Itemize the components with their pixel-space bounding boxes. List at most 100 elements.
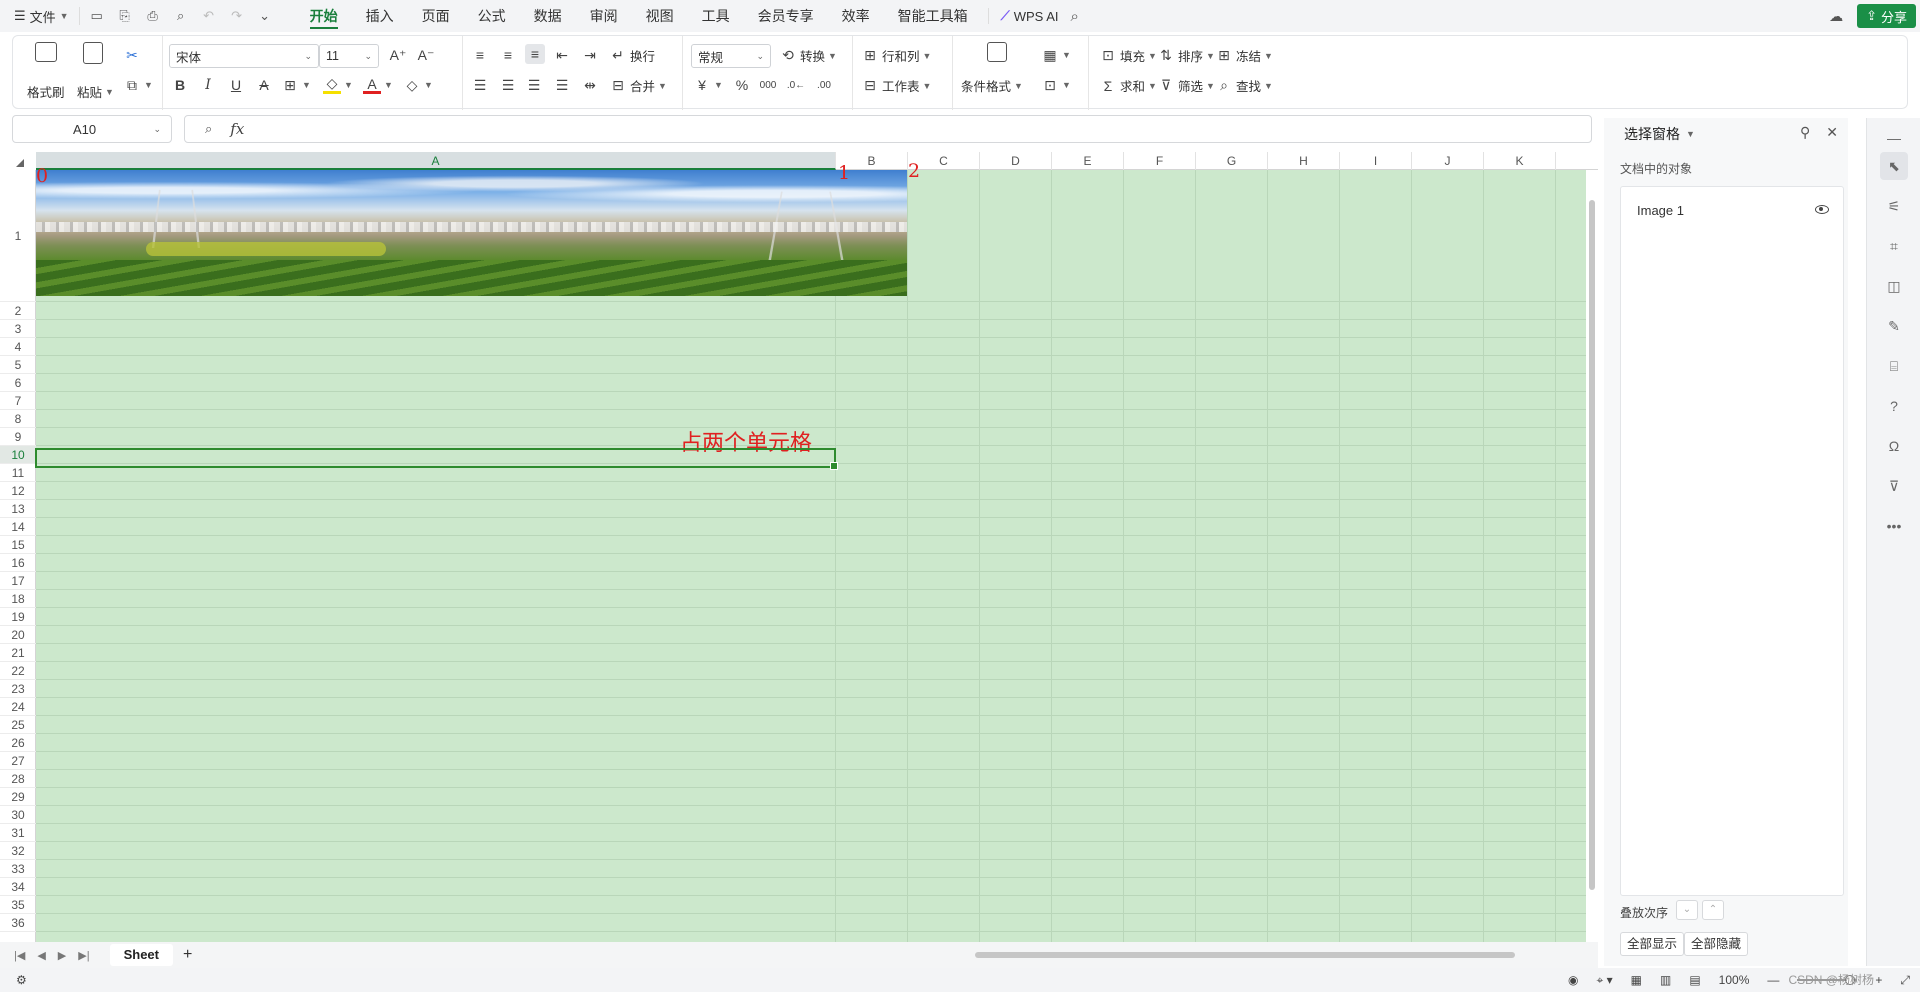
row-header-12[interactable]: 12 <box>0 482 36 500</box>
tab-2[interactable]: 页面 <box>408 0 464 32</box>
thousands-icon[interactable]: 000 <box>759 76 777 94</box>
row-header-1[interactable]: 1 <box>0 170 36 302</box>
selection-cursor-icon[interactable]: ⬉ <box>1880 152 1908 180</box>
paste-button[interactable]: 粘贴 ▼ <box>77 82 114 101</box>
row-header-34[interactable]: 34 <box>0 878 36 896</box>
freeze-button[interactable]: ⊞ 冻结 ▼ <box>1215 46 1273 65</box>
tools-icon[interactable]: ✎ <box>1884 316 1904 336</box>
row-header-5[interactable]: 5 <box>0 356 36 374</box>
filter-pane-icon[interactable]: ⊽ <box>1884 476 1904 496</box>
row-header-17[interactable]: 17 <box>0 572 36 590</box>
font-size-select[interactable]: 11 ⌄ <box>319 44 379 68</box>
select-all-corner[interactable] <box>0 152 36 170</box>
share-button[interactable]: ⇪ 分享 <box>1857 4 1916 28</box>
tab-0[interactable]: 开始 <box>296 0 352 32</box>
sheet-tab[interactable]: Sheet <box>109 944 173 966</box>
tab-9[interactable]: 效率 <box>828 0 884 32</box>
row-header-4[interactable]: 4 <box>0 338 36 356</box>
crop-icon[interactable]: ⌗ <box>1884 236 1904 256</box>
align-top-icon[interactable]: ≡ <box>471 46 489 64</box>
row-header-31[interactable]: 31 <box>0 824 36 842</box>
fill-color-icon[interactable]: ◇ ▼ <box>323 75 353 94</box>
align-middle-icon[interactable]: ≡ <box>499 46 517 64</box>
row-header-10[interactable]: 10 <box>0 446 36 464</box>
row-header-7[interactable]: 7 <box>0 392 36 410</box>
redo-icon[interactable]: ↷ <box>228 7 246 25</box>
file-menu[interactable]: ☰ 文件 ▼ <box>0 7 79 26</box>
column-header-i[interactable]: I <box>1340 152 1412 170</box>
percent-icon[interactable]: % <box>733 76 751 94</box>
row-header-18[interactable]: 18 <box>0 590 36 608</box>
search-icon[interactable]: ⌕ <box>1071 8 1079 25</box>
number-format-select[interactable]: 常规 ⌄ <box>691 44 771 68</box>
row-header-26[interactable]: 26 <box>0 734 36 752</box>
align-right-icon[interactable]: ☰ <box>525 76 543 94</box>
row-header-33[interactable]: 33 <box>0 860 36 878</box>
prev-sheet-icon[interactable]: ◀ <box>37 949 45 962</box>
undo-icon[interactable]: ↶ <box>200 7 218 25</box>
format-painter-button[interactable]: 格式刷 <box>27 82 65 101</box>
tab-1[interactable]: 插入 <box>352 0 408 32</box>
decrease-font-icon[interactable]: A⁻ <box>417 46 435 64</box>
tab-6[interactable]: 视图 <box>632 0 688 32</box>
column-header-f[interactable]: F <box>1124 152 1196 170</box>
paste-icon[interactable] <box>83 42 103 64</box>
cut-icon[interactable]: ✂ <box>123 46 141 64</box>
borders-icon[interactable]: ⊞ ▼ <box>281 76 311 94</box>
help-icon[interactable]: ? <box>1884 396 1904 416</box>
align-left-icon[interactable]: ☰ <box>471 76 489 94</box>
underline-icon[interactable]: U <box>227 76 245 94</box>
cell-style-icon[interactable]: ▦ ▼ <box>1041 46 1071 64</box>
column-header-k[interactable]: K <box>1484 152 1556 170</box>
more-icon[interactable]: ••• <box>1884 516 1904 536</box>
fullscreen-icon[interactable]: ⤢ <box>1900 973 1910 988</box>
align-bottom-icon[interactable]: ≡ <box>525 44 545 64</box>
move-up-button[interactable]: ⌃ <box>1702 900 1724 920</box>
next-sheet-icon[interactable]: ▶ <box>58 949 66 962</box>
macro-icon[interactable]: ⚙ <box>16 973 27 987</box>
align-center-icon[interactable]: ☰ <box>499 76 517 94</box>
conditional-format-icon[interactable] <box>987 42 1007 62</box>
row-header-14[interactable]: 14 <box>0 518 36 536</box>
selection-pane-title[interactable]: 选择窗格 ▼ <box>1624 124 1695 144</box>
row-header-35[interactable]: 35 <box>0 896 36 914</box>
justify-icon[interactable]: ☰ <box>553 76 571 94</box>
export-icon[interactable]: ⎘ <box>116 7 134 25</box>
column-header-h[interactable]: H <box>1268 152 1340 170</box>
print-preview-icon[interactable]: ⌕ <box>172 7 190 25</box>
move-down-button[interactable]: ⌄ <box>1676 900 1698 920</box>
row-header-8[interactable]: 8 <box>0 410 36 428</box>
sort-button[interactable]: ⇅ 排序 ▼ <box>1157 46 1215 65</box>
close-icon[interactable]: ✕ <box>1826 124 1838 141</box>
wps-ai-button[interactable]: ⟋ WPS AI <box>987 8 1059 24</box>
eye-protection-icon[interactable]: ◉ <box>1568 973 1578 987</box>
row-header-28[interactable]: 28 <box>0 770 36 788</box>
pin-icon[interactable]: ⚲ <box>1800 124 1810 141</box>
book-icon[interactable]: ⌸ <box>1884 356 1904 376</box>
decrease-indent-icon[interactable]: ⇤ <box>553 46 571 64</box>
eye-icon[interactable] <box>1815 205 1829 214</box>
clear-format-icon[interactable]: ◇ ▼ <box>403 76 433 94</box>
adjust-icon[interactable]: ⚟ <box>1884 196 1904 216</box>
strikethrough-icon[interactable]: A <box>255 76 273 94</box>
increase-indent-icon[interactable]: ⇥ <box>581 46 599 64</box>
print-icon[interactable]: ⎙ <box>144 7 162 25</box>
wrap-text-button[interactable]: ↵ 换行 <box>609 46 655 65</box>
distributed-icon[interactable]: ⇹ <box>581 76 599 94</box>
find-button[interactable]: ⌕ 查找 ▼ <box>1215 76 1273 95</box>
chart-icon[interactable]: ◫ <box>1884 276 1904 296</box>
italic-icon[interactable]: I <box>199 76 217 94</box>
vertical-scroll-thumb[interactable] <box>1589 200 1595 890</box>
row-header-25[interactable]: 25 <box>0 716 36 734</box>
hide-all-button[interactable]: 全部隐藏 <box>1684 932 1749 956</box>
normal-view-icon[interactable]: ▦ <box>1631 973 1642 987</box>
worksheet-button[interactable]: ⊟ 工作表 ▼ <box>861 76 931 95</box>
column-header-e[interactable]: E <box>1052 152 1124 170</box>
font-name-select[interactable]: 宋体 ⌄ <box>169 44 319 68</box>
row-header-16[interactable]: 16 <box>0 554 36 572</box>
add-sheet-button[interactable]: + <box>183 946 192 964</box>
horizontal-scrollbar[interactable] <box>945 951 1585 959</box>
increase-decimal-icon[interactable]: .0← <box>787 76 805 94</box>
rows-columns-button[interactable]: ⊞ 行和列 ▼ <box>861 46 931 65</box>
last-sheet-icon[interactable]: ▶| <box>78 949 89 962</box>
